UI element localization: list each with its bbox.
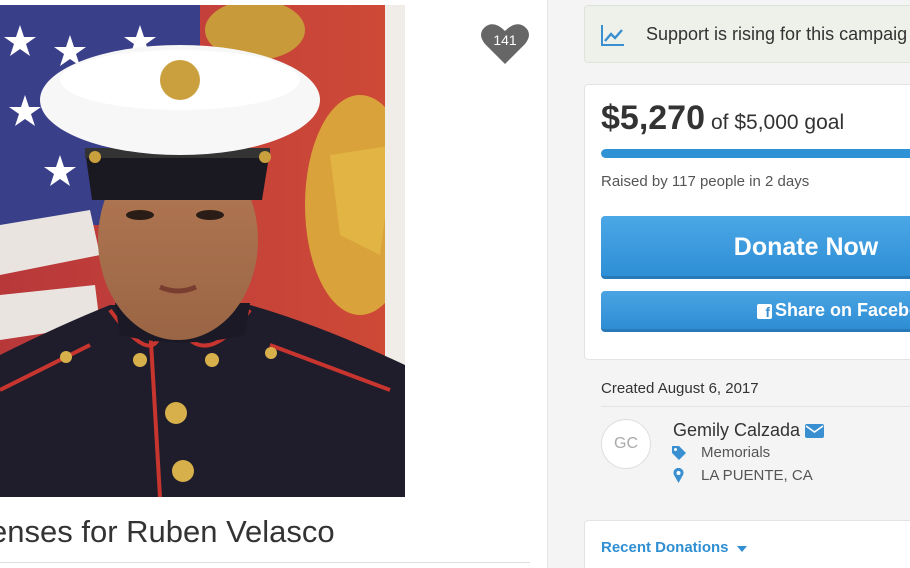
category-link[interactable]: Memorials — [701, 444, 770, 461]
title-divider — [0, 562, 530, 563]
share-facebook-button[interactable]: f Share on Facebo — [601, 291, 910, 332]
donate-button[interactable]: Donate Now — [601, 216, 910, 279]
recent-donations-panel[interactable]: Recent Donations — [584, 520, 910, 568]
campaign-photo — [0, 5, 405, 497]
campaign-main: 141 enses for Ruben Velasco — [0, 0, 548, 568]
raised-amount: $5,270 — [601, 99, 705, 137]
organizer-divider — [601, 406, 910, 407]
recent-donations-toggle[interactable]: Recent Donations — [601, 539, 729, 556]
banner-text: Support is rising for this campaig — [646, 24, 908, 44]
facebook-icon: f — [757, 304, 772, 320]
envelope-icon[interactable] — [805, 424, 824, 438]
progress-fill — [601, 149, 910, 158]
donation-card: $5,270 of $5,000 goal Raised by 117 peop… — [584, 84, 910, 360]
progress-bar — [601, 149, 910, 158]
organizer-name[interactable]: Gemily Calzada — [673, 420, 800, 441]
heart-count: 141 — [493, 32, 517, 48]
created-date: Created August 6, 2017 — [601, 380, 759, 397]
goal-text: of $5,000 goal — [711, 111, 845, 134]
marine-portrait-image — [0, 5, 405, 497]
campaign-title: enses for Ruben Velasco — [0, 514, 335, 549]
location-pin-icon — [673, 468, 684, 483]
raised-by-text: Raised by 117 people in 2 days — [601, 173, 810, 190]
trend-up-icon — [601, 25, 624, 46]
chevron-down-icon[interactable] — [737, 546, 747, 552]
trending-banner: Support is rising for this campaig — [584, 5, 910, 63]
tag-icon — [672, 446, 686, 460]
campaign-page: 141 enses for Ruben Velasco Support is r… — [0, 0, 910, 568]
share-label: Share on Facebo — [775, 300, 910, 320]
avatar[interactable]: GC — [601, 419, 651, 469]
location-text: LA PUENTE, CA — [701, 467, 813, 484]
